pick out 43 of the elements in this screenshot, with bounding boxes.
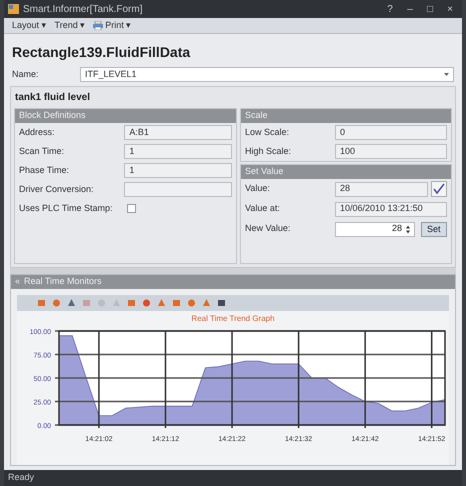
section-header: Block Definitions	[15, 109, 236, 123]
field-label: High Scale:	[245, 144, 292, 158]
field-label: Scan Time:	[19, 144, 66, 158]
section-header: Scale	[241, 109, 451, 123]
field-label: New Value:	[245, 222, 292, 236]
field-label: Value:	[245, 182, 271, 196]
value-field: A:B1	[124, 125, 232, 140]
dropdown-caret-icon	[444, 73, 449, 76]
window-control-button[interactable]: ×	[442, 2, 458, 16]
field-label: Address:	[19, 126, 56, 139]
menu-item[interactable]: Print ▾	[93, 18, 132, 32]
name-dropdown[interactable]: ITF_LEVEL1	[80, 67, 454, 82]
field-label: Uses PLC Time Stamp:	[19, 202, 114, 215]
section-header: Real Time Monitors	[24, 275, 102, 288]
printer-icon	[93, 21, 104, 30]
group-title: tank1 fluid level	[14, 91, 92, 105]
window-control-button[interactable]: □	[422, 2, 438, 16]
field-label: Phase Time:	[19, 164, 70, 177]
app-icon	[8, 4, 19, 14]
spinner-arrows-icon	[406, 224, 410, 234]
window-control-button[interactable]: ?	[382, 2, 398, 16]
field-label: Driver Conversion:	[19, 182, 95, 196]
menu-item[interactable]: Layout ▾	[12, 18, 47, 32]
value-field: 100	[335, 144, 447, 159]
window-title: Smart.Informer[Tank.Form]	[23, 2, 144, 16]
section-header: Set Value	[241, 165, 451, 179]
chart-title: Real Time Trend Graph	[191, 313, 275, 325]
field-label: Low Scale:	[245, 126, 290, 139]
checkmark-icon	[431, 181, 447, 197]
record-heading: Rectangle139.FluidFillData	[11, 43, 192, 62]
status-text: Ready	[8, 471, 34, 484]
value-field: 1	[124, 163, 232, 178]
value-field: 1	[124, 144, 232, 159]
field-label: Name:	[12, 68, 40, 81]
checkbox[interactable]	[127, 204, 136, 213]
menu-item[interactable]: Trend ▾	[54, 18, 86, 32]
number-spinner[interactable]: 28	[335, 222, 415, 236]
window-control-button[interactable]: –	[402, 2, 418, 16]
set-button[interactable]: Set	[421, 222, 447, 236]
value-field: 10/06/2010 13:21:50	[335, 202, 447, 216]
value-field: 0	[335, 125, 447, 140]
field-label: Value at:	[245, 202, 281, 216]
value-field: 28	[335, 182, 428, 196]
